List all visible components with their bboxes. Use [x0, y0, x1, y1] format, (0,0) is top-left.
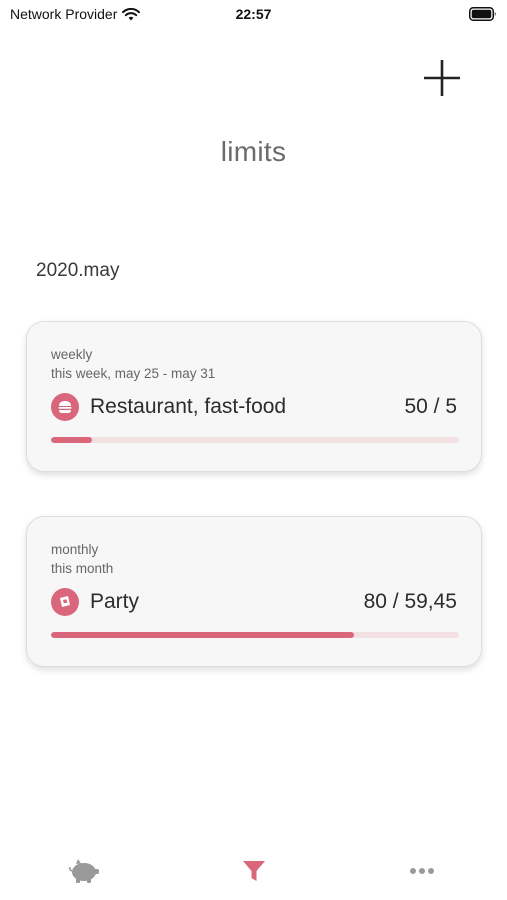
filter-icon [243, 861, 265, 881]
category-name: Party [90, 590, 140, 613]
category-name: Restaurant, fast-food [90, 395, 287, 418]
progress-bar [51, 632, 459, 638]
limit-card-monthly[interactable]: monthly this month Party 80 / 59,45 [26, 516, 482, 667]
progress-fill [51, 632, 355, 638]
limit-amount: 80 / 59,45 [363, 590, 457, 613]
more-icon [410, 868, 434, 874]
limit-amount: 50 / 5 [404, 395, 457, 418]
tab-savings[interactable] [67, 856, 103, 886]
burger-icon [51, 393, 79, 421]
tab-more[interactable] [404, 856, 440, 886]
add-limit-button[interactable] [422, 58, 462, 98]
status-bar: Network Provider 22:57 [0, 0, 507, 28]
tab-limits[interactable] [236, 856, 272, 886]
status-time: 22:57 [235, 6, 272, 22]
limit-card-weekly[interactable]: weekly this week, may 25 - may 31 Restau… [26, 321, 482, 472]
limit-range: this week, may 25 - may 31 [51, 366, 216, 381]
limit-type: weekly [51, 347, 93, 362]
limit-range: this month [51, 561, 114, 576]
piggy-bank-icon [68, 859, 99, 883]
tab-bar [0, 848, 507, 894]
page-title: limits [220, 136, 287, 167]
progress-fill [51, 437, 92, 443]
progress-bar [51, 437, 459, 443]
period-label: 2020.may [36, 260, 120, 281]
battery-icon [469, 7, 497, 26]
gift-icon [51, 588, 79, 616]
limit-type: monthly [51, 542, 99, 557]
plus-icon [424, 60, 460, 96]
